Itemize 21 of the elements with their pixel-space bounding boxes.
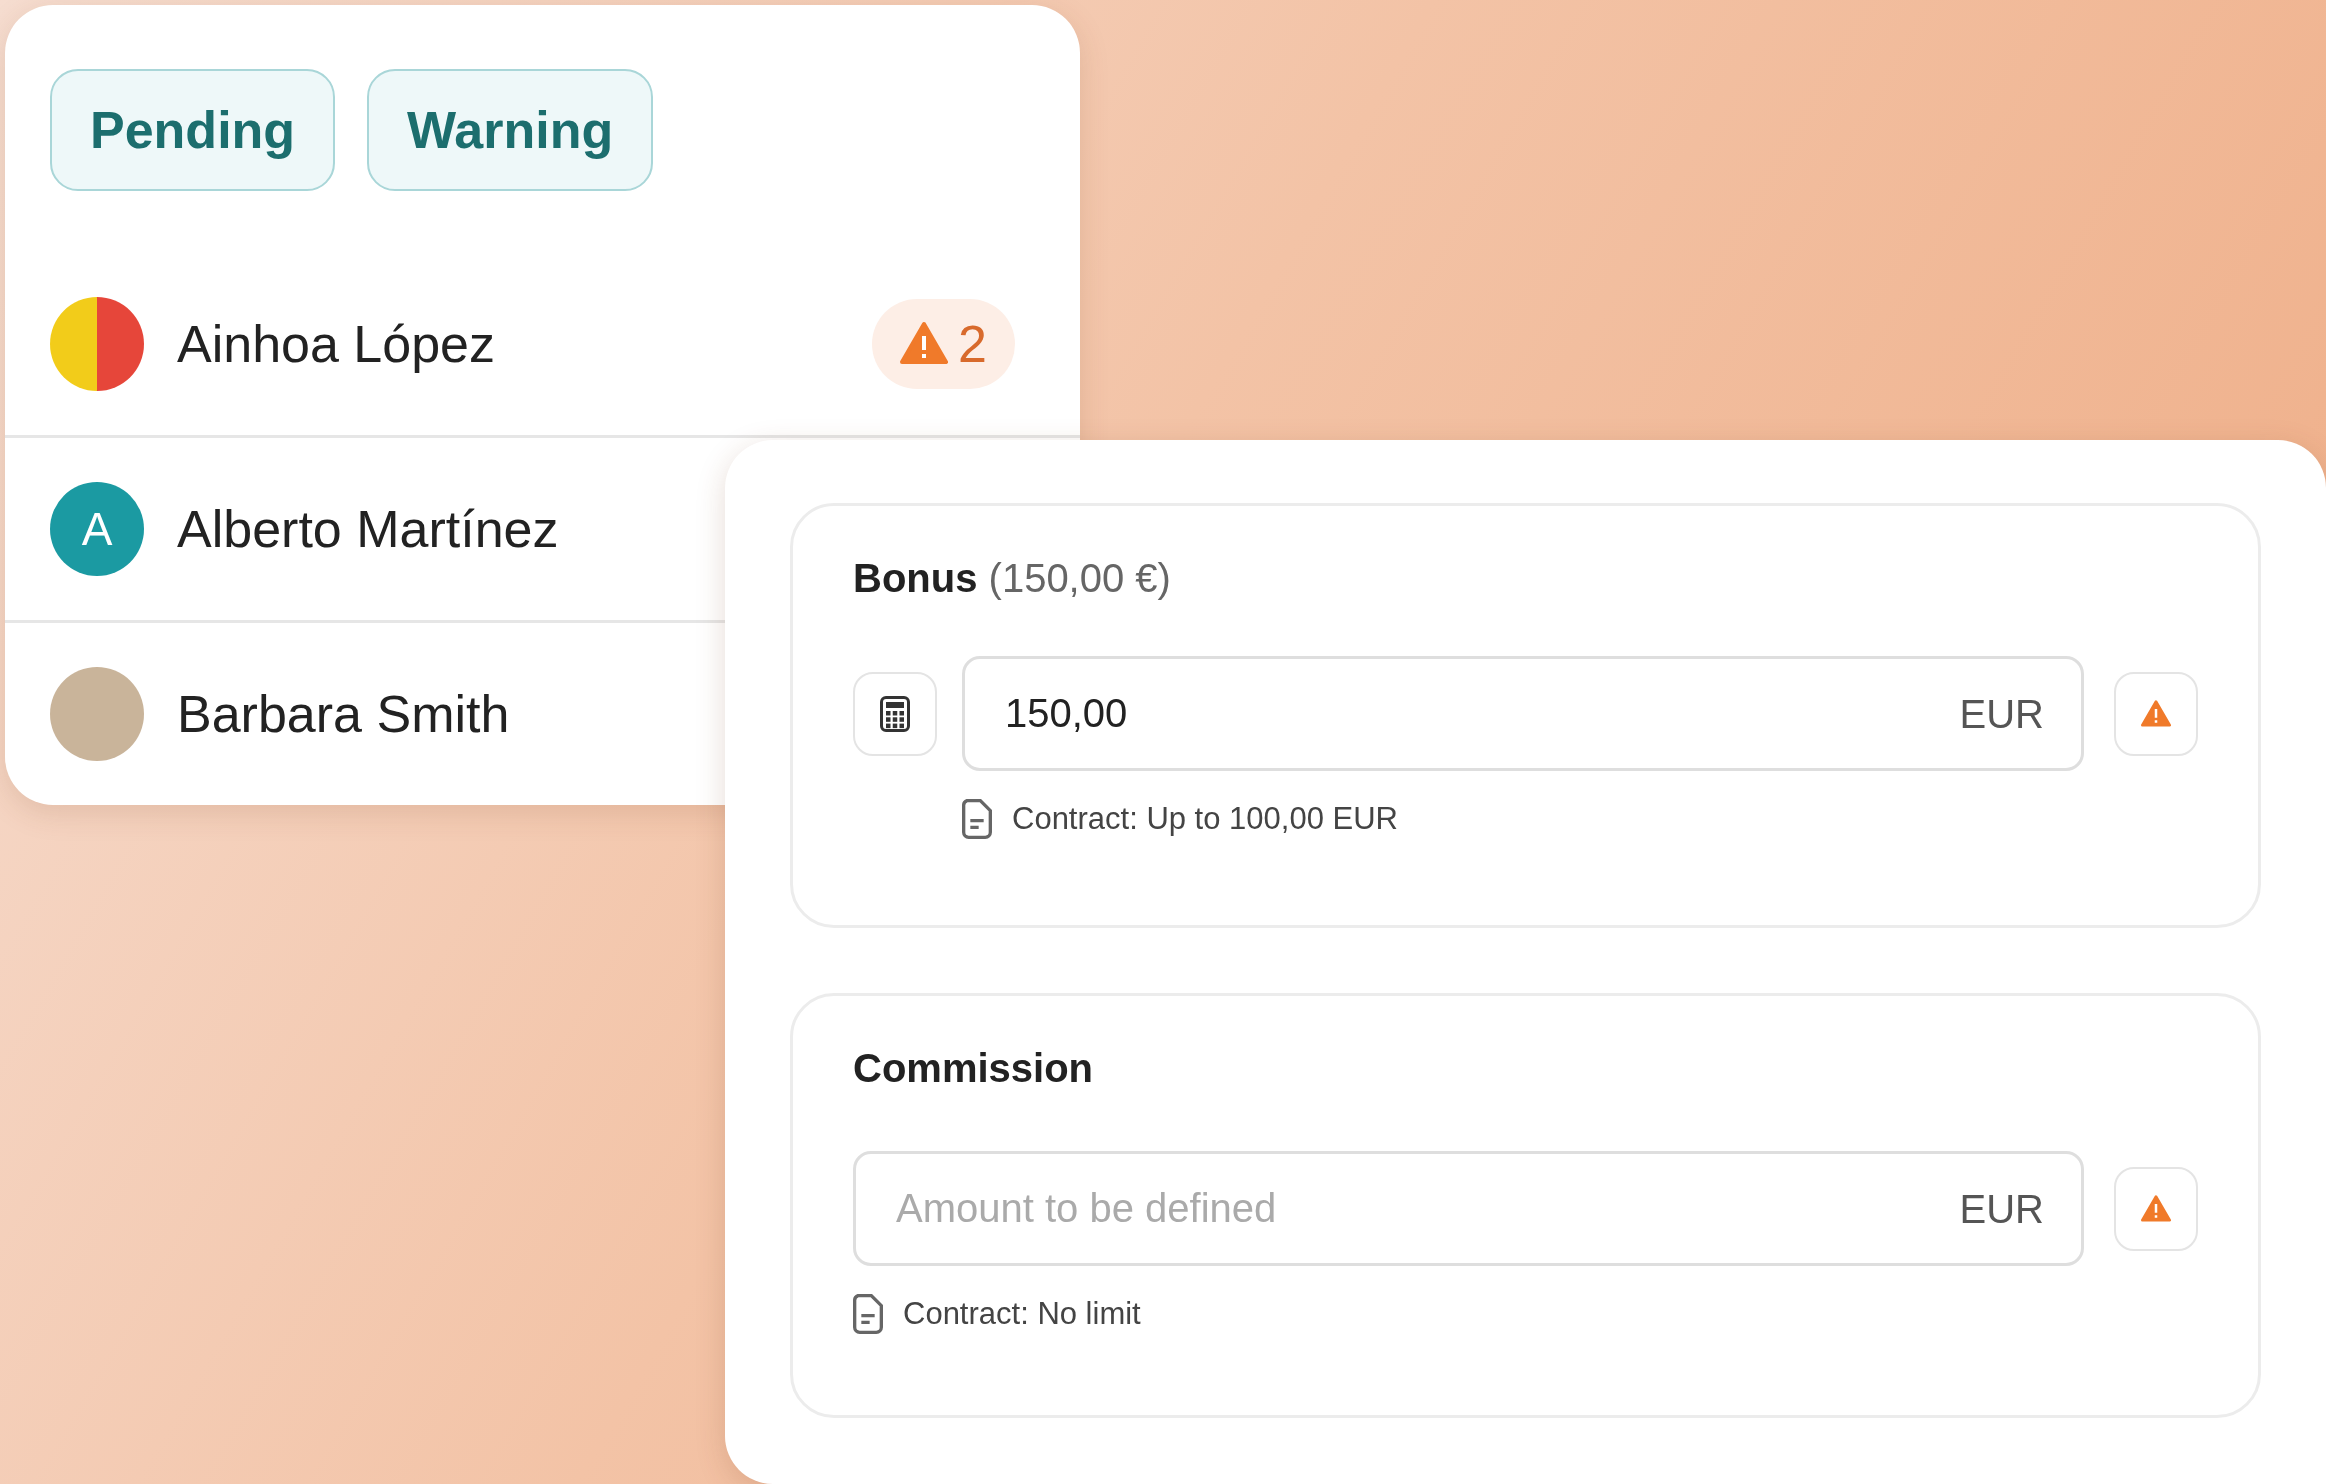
section-title: Commission — [853, 1046, 1095, 1092]
calculator-icon — [880, 695, 910, 732]
status-tag[interactable]: Pending — [50, 69, 336, 191]
status-tag[interactable]: Warning — [367, 69, 654, 191]
document-icon — [962, 799, 992, 839]
currency-label: EUR — [1959, 1186, 2044, 1231]
warning-count-badge: 2 — [872, 299, 1015, 389]
warning-button[interactable] — [2114, 1166, 2198, 1251]
currency-label: EUR — [1959, 691, 2044, 736]
person-name: Alberto Martínez — [177, 499, 559, 559]
warning-button[interactable] — [2114, 671, 2198, 756]
person-name: Barbara Smith — [177, 684, 510, 744]
section-title: Bonus (150,00 €) — [853, 556, 1172, 602]
contract-note: Contract: No limit — [903, 1296, 1141, 1332]
calculator-button[interactable] — [853, 671, 937, 756]
contract-note: Contract: Up to 100,00 EUR — [1012, 801, 1398, 837]
warning-icon — [2141, 1193, 2171, 1224]
warning-icon — [2141, 698, 2171, 729]
person-name: Ainhoa López — [177, 314, 496, 374]
avatar-initial: A — [50, 482, 144, 576]
document-icon — [853, 1294, 883, 1334]
